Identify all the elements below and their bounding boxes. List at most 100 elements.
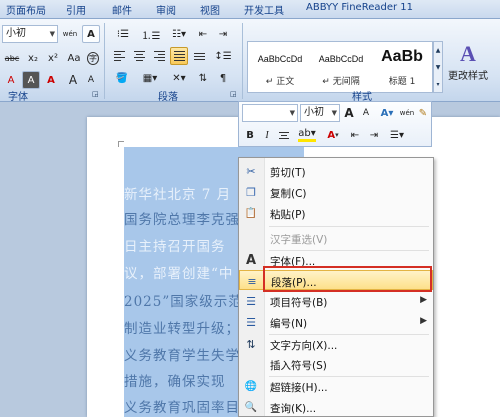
superscript-button[interactable]: x²: [44, 49, 62, 67]
menu-item-text-direction[interactable]: ⇅ 文字方向(X)...: [239, 334, 433, 354]
subscript-button[interactable]: x₂: [24, 49, 42, 67]
mini-font-size-combo[interactable]: 小初 ▼: [300, 104, 340, 122]
chinese-layout-icon: ✕▾: [172, 72, 186, 84]
decrease-indent-icon: ⇤: [350, 129, 360, 141]
document-line[interactable]: 2025”国家级示范: [124, 290, 243, 310]
mini-grow-font-button[interactable]: A: [341, 104, 357, 122]
align-right-icon: [153, 51, 165, 61]
format-painter-icon: ✎: [418, 107, 428, 119]
character-border-button[interactable]: A: [82, 25, 100, 43]
menu-item-numbering[interactable]: ☰ 编号(N) ▶: [239, 312, 433, 332]
mini-bullets-button[interactable]: ☰▾: [385, 126, 409, 144]
tab-developer[interactable]: 开发工具: [244, 2, 284, 17]
text-effect-button[interactable]: A: [2, 71, 20, 89]
style-normal[interactable]: AaBbCcDd ↵ 正文: [250, 44, 310, 90]
mini-font-size-value: 小初: [304, 107, 324, 118]
chinese-layout-button[interactable]: ✕▾: [166, 69, 192, 87]
borders-button[interactable]: ▦▾: [138, 69, 162, 87]
style-no-spacing[interactable]: AaBbCcDd ↵ 无间隔: [311, 44, 371, 90]
menu-item-paste[interactable]: 📋 粘贴(P): [239, 203, 433, 223]
distributed-button[interactable]: [190, 47, 208, 65]
document-line[interactable]: 国务院总理李克强: [124, 208, 240, 228]
lookup-icon: 🔍: [244, 401, 258, 413]
justify-button[interactable]: [170, 47, 188, 65]
menu-item-lookup[interactable]: 🔍 查询(K)...: [239, 397, 433, 417]
mini-bold-button[interactable]: B: [242, 126, 258, 144]
show-marks-button[interactable]: ¶: [214, 69, 232, 87]
style-heading-1[interactable]: AaBb 标题 1: [372, 44, 432, 90]
document-line[interactable]: 议，部署创建“中: [124, 262, 233, 282]
grow-font-button[interactable]: A: [64, 71, 82, 89]
sort-button[interactable]: ⇅: [194, 69, 212, 87]
font-color-icon: A: [47, 74, 55, 86]
decrease-indent-button[interactable]: ⇤: [194, 25, 212, 43]
chevron-down-icon[interactable]: ▼: [50, 26, 55, 42]
mini-decrease-indent-button[interactable]: ⇤: [346, 126, 364, 144]
mini-font-color-button[interactable]: A ▾: [322, 126, 344, 144]
pilcrow-icon: ¶: [219, 72, 227, 84]
bullets-icon: ⁝☰: [116, 28, 130, 40]
font-size-combo[interactable]: 小初 ▼: [2, 25, 58, 43]
mini-font-name-combo[interactable]: ▼: [242, 104, 298, 122]
menu-item-label: 汉字重选(V): [270, 234, 328, 246]
align-left-icon: [113, 51, 125, 61]
menu-item-reconvert: 汉字重选(V): [239, 228, 433, 248]
paragraph-dialog-launcher-icon[interactable]: ◲: [230, 90, 237, 98]
align-left-button[interactable]: [110, 47, 128, 65]
mini-increase-indent-button[interactable]: ⇥: [365, 126, 383, 144]
document-line[interactable]: 义务教育学生失学: [124, 344, 240, 364]
strikethrough-button[interactable]: abc: [2, 49, 22, 67]
document-line[interactable]: 新华社北京 7 月: [124, 183, 231, 203]
increase-indent-button[interactable]: ⇥: [214, 25, 232, 43]
menu-item-insert-symbol[interactable]: 插入符号(S): [239, 354, 433, 374]
shrink-font-icon: A: [362, 108, 370, 118]
mini-highlight-button[interactable]: ab▾: [294, 126, 320, 144]
tab-page-layout[interactable]: 页面布局: [6, 2, 46, 17]
document-line[interactable]: 义务教育巩固率目: [124, 396, 240, 416]
styles-gallery: AaBbCcDd ↵ 正文 AaBbCcDd ↵ 无间隔 AaBb 标题 1: [247, 41, 433, 93]
tab-abbyy[interactable]: ABBYY FineReader 11: [306, 2, 413, 13]
tab-references[interactable]: 引用: [66, 2, 86, 17]
mini-italic-button[interactable]: I: [259, 126, 275, 144]
mini-shrink-font-button[interactable]: A: [358, 104, 374, 122]
menu-item-hyperlink[interactable]: 🌐 超链接(H)...: [239, 376, 433, 396]
mini-center-button[interactable]: [276, 126, 292, 144]
character-shading-button[interactable]: A: [22, 71, 40, 89]
menu-item-cut[interactable]: ✂ 剪切(T): [239, 161, 433, 181]
menu-item-bullets[interactable]: ☰ 项目符号(B) ▶: [239, 291, 433, 311]
mini-styles-button[interactable]: A▾: [376, 104, 398, 122]
shrink-font-button[interactable]: A: [82, 71, 100, 89]
chevron-down-icon[interactable]: ▼: [332, 105, 337, 121]
strikethrough-icon: abc: [4, 53, 20, 63]
ribbon: 小初 ▼ wén A abc x₂ x² Aa 字 A A A A A 字体 ◲…: [0, 19, 500, 103]
style-name: ↵ 正文: [265, 77, 295, 87]
mini-phonetic-button[interactable]: wén: [399, 104, 415, 122]
document-line[interactable]: 措施，确保实现: [124, 370, 226, 390]
tab-review[interactable]: 审阅: [156, 2, 176, 17]
change-styles-button[interactable]: A 更改样式: [440, 41, 496, 89]
shading-button[interactable]: 🪣: [110, 69, 134, 87]
font-dialog-launcher-icon[interactable]: ◲: [92, 90, 99, 98]
menu-item-copy[interactable]: ❐ 复制(C): [239, 182, 433, 202]
change-case-button[interactable]: Aa: [64, 49, 84, 67]
tab-mailings[interactable]: 邮件: [112, 2, 132, 17]
document-line[interactable]: 制造业转型升级；: [124, 317, 240, 337]
enclose-char-button[interactable]: 字: [86, 49, 100, 67]
line-spacing-button[interactable]: ↕☰: [212, 47, 234, 65]
tab-view[interactable]: 视图: [200, 2, 220, 17]
font-size-value: 小初: [6, 28, 26, 39]
document-line[interactable]: 日主持召开国务: [124, 235, 226, 255]
numbering-icon: ☰: [246, 315, 256, 329]
chevron-down-icon[interactable]: ▼: [290, 105, 295, 121]
group-separator: [242, 23, 243, 99]
scissors-icon: ✂: [246, 164, 256, 178]
bullets-button[interactable]: ⁝☰: [110, 25, 136, 43]
multilevel-list-button[interactable]: ☷▾: [166, 25, 192, 43]
align-center-button[interactable]: [130, 47, 148, 65]
menu-item-label: 查询(K)...: [270, 403, 317, 415]
mini-format-painter-button[interactable]: ✎: [415, 104, 431, 122]
numbering-button[interactable]: ⒈☰: [138, 25, 164, 43]
align-right-button[interactable]: [150, 47, 168, 65]
phonetic-guide-button[interactable]: wén: [60, 25, 80, 43]
font-color-button[interactable]: A: [42, 71, 60, 89]
